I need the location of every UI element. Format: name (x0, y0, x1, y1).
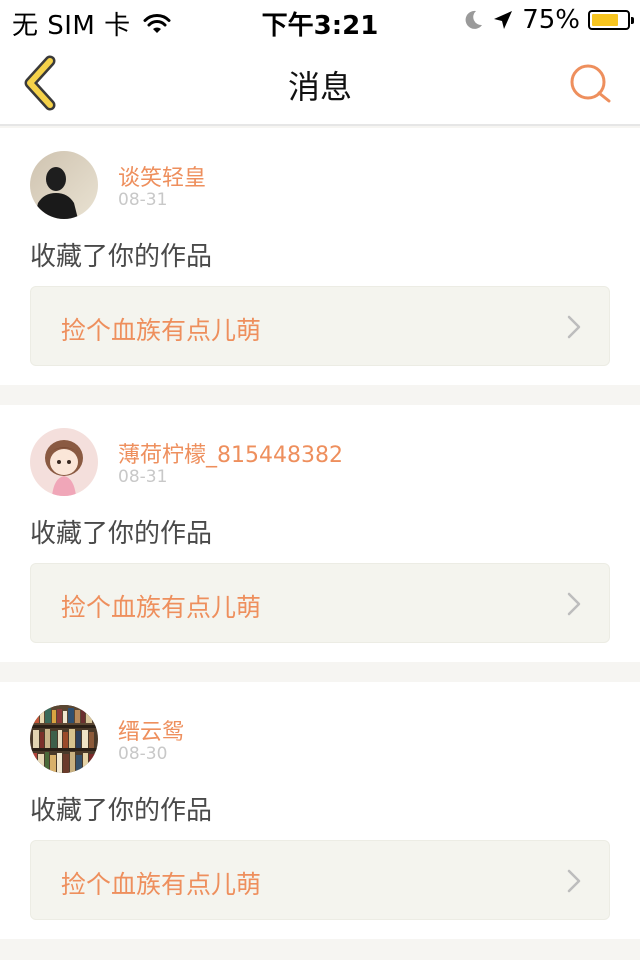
action-text: 收藏了你的作品 (30, 796, 213, 826)
battery-fill (592, 14, 618, 26)
location-icon (494, 11, 513, 29)
message-date: 08-31 (118, 190, 168, 210)
chevron-right-icon (567, 315, 581, 339)
chevron-right-icon (567, 592, 581, 616)
work-link[interactable]: 捡个血族有点儿萌 (30, 286, 610, 366)
work-link[interactable]: 捡个血族有点儿萌 (30, 563, 610, 643)
username[interactable]: 谈笑轻皇 (118, 160, 206, 192)
message-date: 08-30 (118, 744, 168, 764)
status-bar: 无 SIM 卡 下午3:21 75% (0, 0, 640, 41)
work-title: 捡个血族有点儿萌 (61, 593, 262, 622)
chevron-right-icon (567, 869, 581, 893)
avatar-cartoon-image (30, 428, 98, 496)
work-title: 捡个血族有点儿萌 (61, 316, 262, 345)
username[interactable]: 缙云鸳 (118, 714, 184, 746)
action-text: 收藏了你的作品 (30, 242, 213, 272)
work-title: 捡个血族有点儿萌 (61, 870, 262, 899)
screen: 无 SIM 卡 下午3:21 75% 消息 谈笑轻皇 08-31 收藏了你的作品… (0, 0, 640, 960)
avatar[interactable] (30, 151, 98, 219)
avatar-silhouette-image (30, 151, 98, 219)
battery-icon (588, 10, 634, 30)
username[interactable]: 薄荷柠檬_815448382 (118, 437, 343, 469)
search-icon[interactable] (566, 60, 614, 108)
avatar[interactable] (30, 705, 98, 773)
moon-icon (465, 10, 483, 29)
message-card: 谈笑轻皇 08-31 收藏了你的作品 捡个血族有点儿萌 (0, 128, 640, 385)
message-list: 谈笑轻皇 08-31 收藏了你的作品 捡个血族有点儿萌 薄荷柠檬_8154483… (0, 128, 640, 959)
work-link[interactable]: 捡个血族有点儿萌 (30, 840, 610, 920)
page-title: 消息 (287, 68, 352, 106)
battery-percent: 75% (522, 5, 580, 35)
action-text: 收藏了你的作品 (30, 519, 213, 549)
avatar-bookshelf-image (30, 705, 98, 773)
message-card: 薄荷柠檬_815448382 08-31 收藏了你的作品 捡个血族有点儿萌 (0, 405, 640, 662)
message-date: 08-31 (118, 467, 168, 487)
avatar[interactable] (30, 428, 98, 496)
nav-bar: 消息 (0, 40, 640, 126)
status-right: 75% (462, 5, 634, 35)
message-card: 缙云鸳 08-30 收藏了你的作品 捡个血族有点儿萌 (0, 682, 640, 939)
